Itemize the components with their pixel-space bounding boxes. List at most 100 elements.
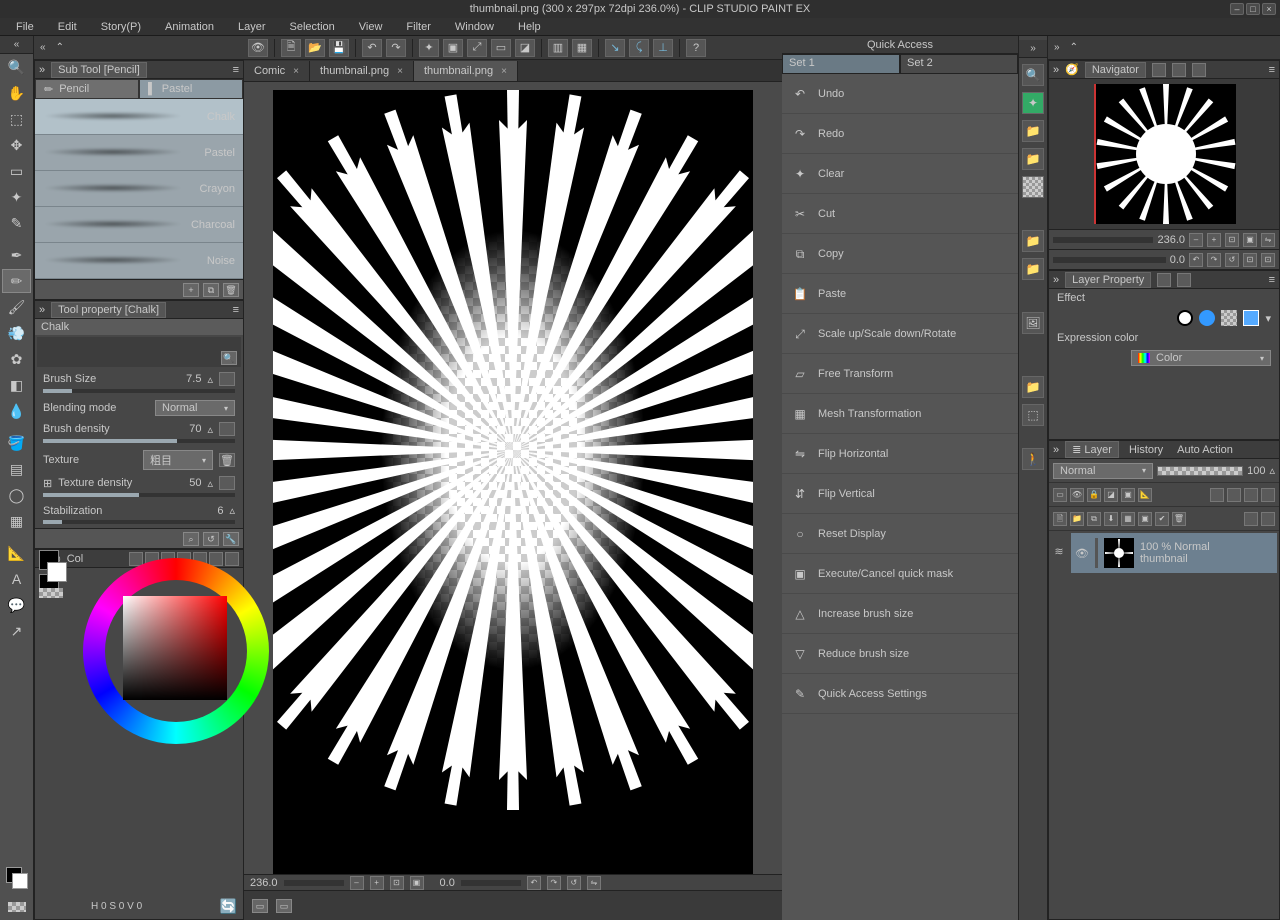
lp-tab3-icon[interactable] (1177, 273, 1191, 287)
toolprop-reset-icon[interactable]: ↺ (203, 532, 219, 546)
dock-3d-icon[interactable]: ⬚ (1022, 404, 1044, 426)
tool-text[interactable]: A (2, 567, 31, 591)
collapse-icon[interactable]: « (14, 39, 20, 50)
zoom-slider[interactable] (284, 880, 344, 886)
lyr-newfolder-icon[interactable]: 📁 (1070, 512, 1084, 526)
preview-zoom-icon[interactable]: 🔍 (221, 351, 237, 365)
panel-menu-icon[interactable]: ≡ (233, 64, 239, 76)
history-tab[interactable]: History (1125, 443, 1167, 457)
expand-icon[interactable]: » (39, 64, 45, 76)
dock-folder1-icon[interactable]: 📁 (1022, 120, 1044, 142)
expand-icon[interactable]: » (1053, 64, 1059, 76)
opacity-slider[interactable] (1157, 466, 1243, 476)
lyr-combine-icon[interactable]: ▦ (1121, 512, 1135, 526)
slider-texdens[interactable] (43, 493, 235, 497)
dynamics-icon[interactable] (219, 422, 235, 436)
flip-icon[interactable]: ⇋ (587, 876, 601, 890)
navigator-header[interactable]: Navigator (1085, 62, 1146, 78)
nav-flip-icon[interactable]: ⇋ (1261, 233, 1275, 247)
menu-selection[interactable]: Selection (280, 19, 345, 35)
nav-zoom-slider[interactable] (1053, 237, 1153, 243)
dock-folder2-icon[interactable]: 📁 (1022, 148, 1044, 170)
toolprop-wrench-icon[interactable]: 🔧 (223, 532, 239, 546)
qa-free[interactable]: ▱Free Transform (782, 354, 1018, 394)
menu-filter[interactable]: Filter (396, 19, 440, 35)
qa-set1[interactable]: Set 1 (782, 54, 900, 74)
stepper-icon[interactable]: ▵ (207, 373, 213, 386)
qa-mesh[interactable]: ▦Mesh Transformation (782, 394, 1018, 434)
subtool-dup-icon[interactable]: ⧉ (203, 283, 219, 297)
clip-icon[interactable]: 👁 (248, 39, 268, 57)
stepper-icon[interactable]: ▵ (207, 477, 213, 490)
qa-brushup[interactable]: △Increase brush size (782, 594, 1018, 634)
zoom-in-icon[interactable]: + (370, 876, 384, 890)
timeline1-icon[interactable]: ▭ (252, 899, 268, 913)
menu-story[interactable]: Story(P) (91, 19, 151, 35)
subtool-header[interactable]: Sub Tool [Pencil] (51, 62, 147, 78)
collapse-icon[interactable]: » (1030, 43, 1036, 54)
clear-icon[interactable]: ✦ (419, 39, 439, 57)
lyr-delete-icon[interactable]: 🗑 (1172, 512, 1186, 526)
dynamics-icon[interactable] (219, 476, 235, 490)
toolprop-header[interactable]: Tool property [Chalk] (51, 302, 166, 318)
panel-menu-icon[interactable]: ≡ (233, 304, 239, 316)
layer-item[interactable]: 👁 100 % Normal thumbnail (1071, 533, 1277, 573)
next-icon[interactable]: » (1054, 42, 1060, 53)
lyr-mask-icon[interactable]: ▣ (1121, 488, 1135, 502)
actual-icon[interactable]: ▣ (410, 876, 424, 890)
expand-icon[interactable]: » (39, 304, 45, 316)
qa-cut[interactable]: ✂Cut (782, 194, 1018, 234)
snap-special-icon[interactable]: ⤹ (629, 39, 649, 57)
close-tab-icon[interactable]: × (397, 66, 403, 77)
qa-clear[interactable]: ✦Clear (782, 154, 1018, 194)
plus-icon[interactable]: ⊞ (43, 477, 52, 490)
tool-eraser[interactable]: ◧ (2, 373, 31, 397)
brush-chalk[interactable]: Chalk (35, 99, 243, 135)
nav-angle-slider[interactable] (1053, 257, 1166, 263)
lyr-mask2-icon[interactable]: ▣ (1138, 512, 1152, 526)
transparent-swatch[interactable] (39, 588, 63, 598)
qa-qaset[interactable]: ✎Quick Access Settings (782, 674, 1018, 714)
tool-pencil[interactable]: ✏ (2, 269, 31, 293)
layer-link-slot[interactable] (1095, 538, 1098, 568)
qa-brushdn[interactable]: ▽Reduce brush size (782, 634, 1018, 674)
close-tab-icon[interactable]: × (501, 66, 507, 77)
stepper-icon[interactable]: ▵ (229, 504, 235, 517)
subtool-add-icon[interactable]: + (183, 283, 199, 297)
tool-decoration[interactable]: ✿ (2, 347, 31, 371)
tool-pen[interactable]: ✒ (2, 243, 31, 267)
menu-layer[interactable]: Layer (228, 19, 276, 35)
dock-pattern-icon[interactable] (1022, 176, 1044, 198)
menu-window[interactable]: Window (445, 19, 504, 35)
fit-icon[interactable]: ⊡ (390, 876, 404, 890)
slider-brushsize[interactable] (43, 389, 235, 393)
effect-texture-icon[interactable] (1221, 310, 1237, 326)
color-tab1-icon[interactable] (129, 552, 143, 566)
menu-animation[interactable]: Animation (155, 19, 224, 35)
dock-search-icon[interactable]: 🔍 (1022, 64, 1044, 86)
tab-thumb1[interactable]: thumbnail.png× (310, 61, 414, 81)
lyr-color4-icon[interactable] (1261, 488, 1275, 502)
save-icon[interactable]: 💾 (329, 39, 349, 57)
open-icon[interactable]: 📂 (305, 39, 325, 57)
menu-help[interactable]: Help (508, 19, 551, 35)
tool-marquee[interactable]: ▭ (2, 159, 31, 183)
angle-slider[interactable] (461, 880, 521, 886)
qa-qmask[interactable]: ▣Execute/Cancel quick mask (782, 554, 1018, 594)
minimize-button[interactable]: – (1230, 3, 1244, 15)
collapse-up-icon[interactable]: ⌃ (1070, 42, 1078, 53)
rotate-cw-icon[interactable]: ↷ (547, 876, 561, 890)
qa-reset[interactable]: ○Reset Display (782, 514, 1018, 554)
brush-charcoal[interactable]: Charcoal (35, 207, 243, 243)
effect-color-icon[interactable] (1243, 310, 1259, 326)
dock-image-icon[interactable]: 🖼 (1022, 312, 1044, 334)
dock-folder5-icon[interactable]: 📁 (1022, 376, 1044, 398)
timeline2-icon[interactable]: ▭ (276, 899, 292, 913)
layerprop-header[interactable]: Layer Property (1065, 272, 1151, 288)
new-icon[interactable]: 🗎 (281, 39, 301, 57)
navigator-preview[interactable] (1049, 79, 1279, 229)
trash-icon[interactable]: 🗑 (219, 453, 235, 467)
refresh-icon[interactable]: 🔄 (220, 898, 237, 915)
qa-fliph[interactable]: ⇋Flip Horizontal (782, 434, 1018, 474)
close-button[interactable]: × (1262, 3, 1276, 15)
